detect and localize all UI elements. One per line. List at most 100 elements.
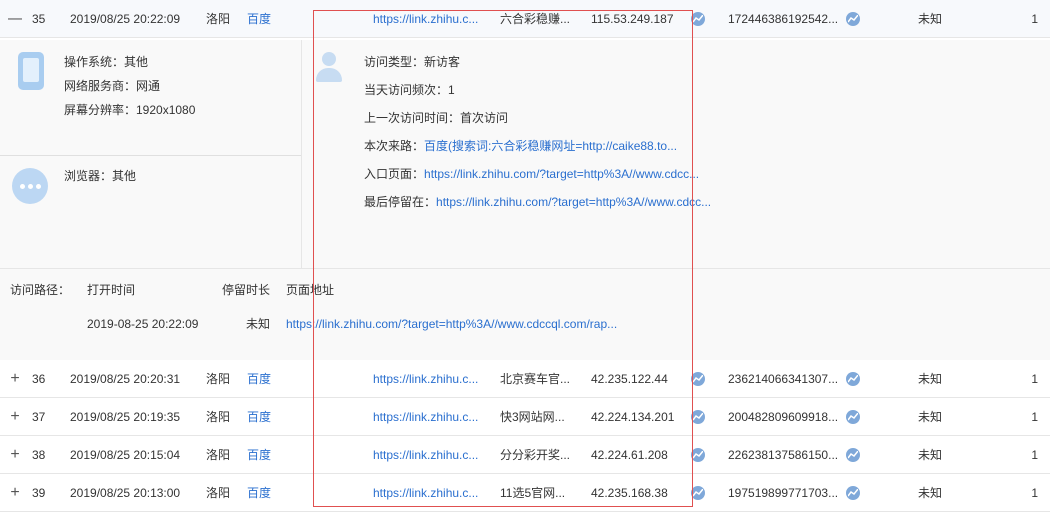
visitor-id: 200482809609918... bbox=[728, 410, 839, 424]
table-row: + 37 2019/08/25 20:19:35 洛阳 百度 https://l… bbox=[0, 398, 1050, 436]
row-index: 35 bbox=[32, 12, 46, 26]
path-open-time: 2019-08-25 20:22:09 bbox=[87, 317, 199, 331]
mobile-device-icon bbox=[18, 52, 44, 90]
user-icon bbox=[314, 52, 344, 84]
search-keyword: 11选5官网... bbox=[500, 486, 566, 500]
device-section: 操作系统：其他 网络服务商：网通 屏幕分辨率：1920x1080 bbox=[0, 40, 301, 156]
visit-city: 洛阳 bbox=[206, 448, 231, 462]
landing-page-link[interactable]: https://link.zhihu.c... bbox=[373, 398, 485, 436]
table-row: + 38 2019/08/25 20:15:04 洛阳 百度 https://l… bbox=[0, 436, 1050, 474]
entry-page-label: 入口页面： bbox=[364, 167, 425, 181]
visit-status: 未知 bbox=[918, 448, 943, 462]
landing-page-link[interactable]: https://link.zhihu.c... bbox=[373, 436, 485, 474]
visit-time: 2019/08/25 20:22:09 bbox=[70, 12, 181, 26]
last-visit-time: 上一次访问时间：首次访问 bbox=[364, 111, 509, 125]
source-link[interactable]: 百度 bbox=[247, 360, 287, 398]
visit-count: 1 bbox=[1031, 486, 1038, 500]
column-duration: 停留时长 bbox=[222, 283, 271, 297]
last-page-link[interactable]: https://link.zhihu.com/?target=http%3A//… bbox=[436, 195, 711, 209]
entry-page: 入口页面：https://link.zhihu.com/?target=http… bbox=[364, 164, 699, 184]
trend-icon[interactable] bbox=[691, 486, 705, 500]
source-link[interactable]: 百度 bbox=[247, 474, 287, 512]
visitor-id: 226238137586150... bbox=[728, 448, 839, 462]
trend-icon[interactable] bbox=[846, 448, 860, 462]
visit-count: 1 bbox=[1031, 410, 1038, 424]
visit-source: 本次来路：百度(搜索词:六合彩稳赚网址=http://caike88.to... bbox=[364, 136, 677, 156]
visit-status: 未知 bbox=[918, 372, 943, 386]
trend-icon[interactable] bbox=[846, 486, 860, 500]
visit-count: 1 bbox=[1031, 448, 1038, 462]
visit-info-panel: 访问类型：新访客 当天访问频次：1 上一次访问时间：首次访问 本次来路：百度(搜… bbox=[302, 40, 1050, 268]
visit-path-section: 访问路径： 打开时间 停留时长 页面地址 2019-08-25 20:22:09… bbox=[0, 268, 1050, 360]
ip-address: 42.235.122.44 bbox=[591, 372, 668, 386]
os-info: 操作系统：其他 bbox=[64, 55, 149, 69]
visit-city: 洛阳 bbox=[206, 12, 231, 26]
ip-address: 115.53.249.187 bbox=[591, 12, 674, 26]
visit-time: 2019/08/25 20:15:04 bbox=[70, 448, 181, 462]
row-index: 36 bbox=[32, 372, 46, 386]
landing-page-link[interactable]: https://link.zhihu.c... bbox=[373, 474, 485, 512]
column-page-url: 页面地址 bbox=[286, 283, 335, 297]
entry-page-link[interactable]: https://link.zhihu.com/?target=http%3A//… bbox=[424, 167, 699, 181]
search-keyword: 六合彩稳赚... bbox=[500, 12, 571, 26]
ip-address: 42.224.134.201 bbox=[591, 410, 675, 424]
visit-status: 未知 bbox=[918, 410, 943, 424]
search-keyword: 快3网站网... bbox=[500, 410, 565, 424]
landing-page-link[interactable]: https://link.zhihu.c... bbox=[373, 0, 485, 38]
search-keyword: 北京赛车官... bbox=[500, 372, 571, 386]
trend-icon[interactable] bbox=[846, 12, 860, 26]
visit-status: 未知 bbox=[918, 12, 943, 26]
expand-toggle[interactable]: + bbox=[8, 360, 22, 398]
landing-page-link[interactable]: https://link.zhihu.c... bbox=[373, 360, 485, 398]
trend-icon[interactable] bbox=[691, 410, 705, 424]
column-open-time: 打开时间 bbox=[87, 283, 136, 297]
row-detail-panel: 操作系统：其他 网络服务商：网通 屏幕分辨率：1920x1080 浏览器：其他 … bbox=[0, 40, 1050, 360]
trend-icon[interactable] bbox=[691, 372, 705, 386]
ip-address: 42.235.168.38 bbox=[591, 486, 668, 500]
trend-icon[interactable] bbox=[846, 410, 860, 424]
visitor-id: 172446386192542... bbox=[728, 12, 839, 26]
visit-type: 访问类型：新访客 bbox=[364, 55, 461, 69]
trend-icon[interactable] bbox=[846, 372, 860, 386]
table-row: — 35 2019/08/25 20:22:09 洛阳 百度 https://l… bbox=[0, 0, 1050, 38]
visit-time: 2019/08/25 20:19:35 bbox=[70, 410, 181, 424]
collapse-toggle[interactable]: — bbox=[8, 0, 22, 38]
visit-path-label: 访问路径： bbox=[10, 283, 71, 297]
visit-city: 洛阳 bbox=[206, 372, 231, 386]
row-index: 37 bbox=[32, 410, 46, 424]
row-index: 39 bbox=[32, 486, 46, 500]
expand-toggle[interactable]: + bbox=[8, 398, 22, 436]
daily-frequency: 当天访问频次：1 bbox=[364, 83, 455, 97]
search-keyword: 分分彩开奖... bbox=[500, 448, 571, 462]
source-link[interactable]: 百度 bbox=[247, 398, 287, 436]
visit-city: 洛阳 bbox=[206, 486, 231, 500]
visit-source-label: 本次来路： bbox=[364, 139, 425, 153]
table-row: + 39 2019/08/25 20:13:00 洛阳 百度 https://l… bbox=[0, 474, 1050, 512]
visit-city: 洛阳 bbox=[206, 410, 231, 424]
visit-status: 未知 bbox=[918, 486, 943, 500]
source-link[interactable]: 百度 bbox=[247, 436, 287, 474]
path-duration: 未知 bbox=[246, 317, 271, 331]
path-page-link[interactable]: https://link.zhihu.com/?target=http%3A//… bbox=[286, 315, 617, 333]
expand-toggle[interactable]: + bbox=[8, 436, 22, 474]
expand-toggle[interactable]: + bbox=[8, 474, 22, 512]
browser-info: 浏览器：其他 bbox=[64, 169, 137, 183]
ip-address: 42.224.61.208 bbox=[591, 448, 668, 462]
visitor-id: 236214066341307... bbox=[728, 372, 839, 386]
visitor-id: 197519899771703... bbox=[728, 486, 839, 500]
device-info-panel: 操作系统：其他 网络服务商：网通 屏幕分辨率：1920x1080 浏览器：其他 bbox=[0, 40, 302, 268]
trend-icon[interactable] bbox=[691, 12, 705, 26]
visit-source-link[interactable]: 百度(搜索词:六合彩稳赚网址=http://caike88.to... bbox=[424, 139, 677, 153]
visit-time: 2019/08/25 20:13:00 bbox=[70, 486, 181, 500]
source-link[interactable]: 百度 bbox=[247, 0, 287, 38]
browser-section: 浏览器：其他 bbox=[0, 156, 301, 268]
row-index: 38 bbox=[32, 448, 46, 462]
isp-info: 网络服务商：网通 bbox=[64, 79, 161, 93]
browser-more-icon bbox=[12, 168, 48, 204]
visit-count: 1 bbox=[1031, 372, 1038, 386]
table-row: + 36 2019/08/25 20:20:31 洛阳 百度 https://l… bbox=[0, 360, 1050, 398]
visit-time: 2019/08/25 20:20:31 bbox=[70, 372, 181, 386]
resolution-info: 屏幕分辨率：1920x1080 bbox=[64, 103, 196, 117]
visit-count: 1 bbox=[1031, 12, 1038, 26]
trend-icon[interactable] bbox=[691, 448, 705, 462]
